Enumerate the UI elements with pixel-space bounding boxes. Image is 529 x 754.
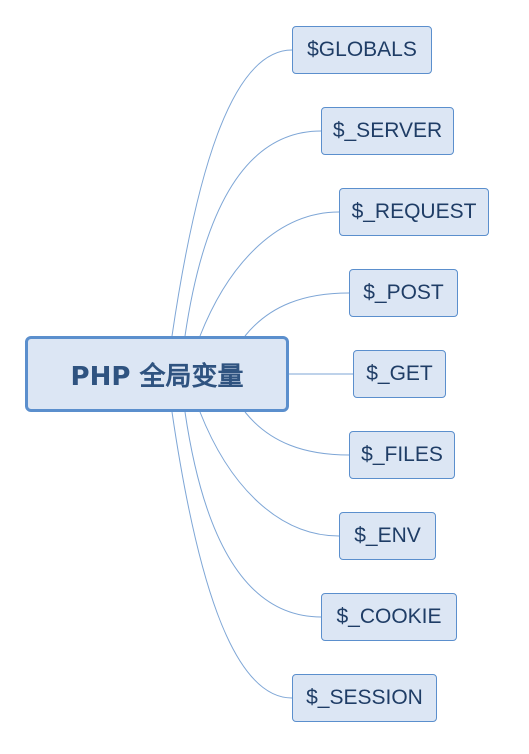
node-label: $_POST bbox=[363, 281, 444, 304]
node-label: $_SESSION bbox=[306, 686, 423, 709]
node-session: $_SESSION bbox=[292, 674, 437, 722]
node-label: $_REQUEST bbox=[351, 200, 477, 223]
root-node-label: PHP 全局变量 bbox=[70, 361, 244, 392]
connector-files bbox=[244, 411, 350, 456]
root-node: PHP 全局变量 bbox=[25, 336, 289, 412]
node-cookie: $_COOKIE bbox=[321, 593, 457, 641]
connector-cookie bbox=[184, 411, 322, 618]
connector-globals bbox=[171, 49, 293, 337]
node-label: $_SERVER bbox=[332, 119, 443, 142]
node-label: $_FILES bbox=[361, 443, 443, 466]
connector-request bbox=[199, 211, 340, 337]
node-post: $_POST bbox=[349, 269, 458, 317]
node-env: $_ENV bbox=[339, 512, 436, 560]
node-label: $GLOBALS bbox=[307, 38, 417, 61]
node-server: $_SERVER bbox=[321, 107, 454, 155]
connector-env bbox=[199, 411, 340, 537]
connector-session bbox=[171, 411, 293, 699]
node-label: $_COOKIE bbox=[336, 605, 442, 628]
node-get: $_GET bbox=[353, 350, 446, 398]
node-files: $_FILES bbox=[349, 431, 455, 479]
node-label: $_GET bbox=[366, 362, 433, 385]
connector-post bbox=[244, 292, 350, 337]
node-globals: $GLOBALS bbox=[292, 26, 432, 74]
connector-server bbox=[184, 130, 322, 337]
node-request: $_REQUEST bbox=[339, 188, 489, 236]
node-label: $_ENV bbox=[354, 524, 421, 547]
